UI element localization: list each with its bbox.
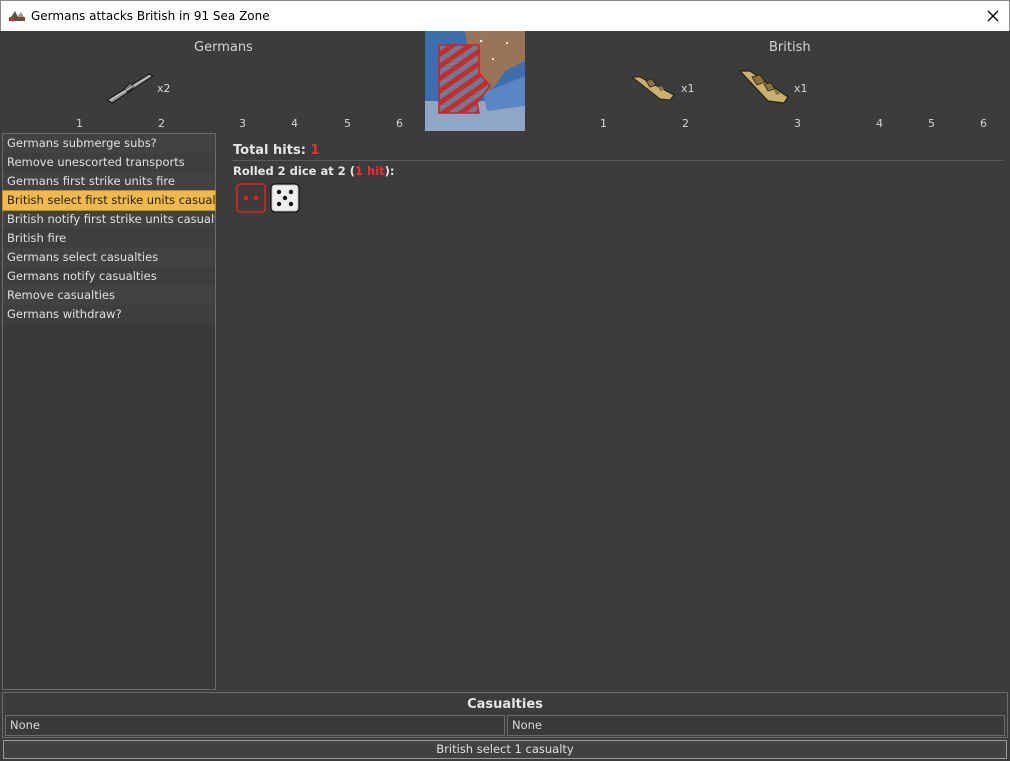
roll-summary-hit: 1 hit xyxy=(355,164,385,178)
destroyer-icon xyxy=(630,76,675,101)
defender-casualties: None xyxy=(507,715,1005,736)
step-item[interactable]: Remove unescorted transports xyxy=(3,153,215,172)
defender-roll-6: 6 xyxy=(980,117,987,130)
close-button[interactable] xyxy=(977,1,1009,31)
status-action-button[interactable]: British select 1 casualty xyxy=(3,740,1007,759)
close-icon xyxy=(987,10,999,22)
battle-header: Germans British x2 x1 x1 1 2 3 4 5 6 1 2… xyxy=(0,31,1010,132)
battle-app-icon xyxy=(9,11,25,22)
step-item-active[interactable]: British select first strike units casual… xyxy=(2,190,216,211)
die-hit-icon xyxy=(236,183,266,213)
step-item[interactable]: Germans select casualties xyxy=(3,248,215,267)
window-titlebar: Germans attacks British in 91 Sea Zone xyxy=(0,0,1010,31)
total-hits-label: Total hits: xyxy=(233,143,311,158)
die-miss-icon xyxy=(270,183,300,213)
step-item[interactable]: British fire xyxy=(3,229,215,248)
attacker-roll-6: 6 xyxy=(396,117,403,130)
step-item[interactable]: Remove casualties xyxy=(3,286,215,305)
defender-roll-2: 2 xyxy=(682,117,689,130)
total-hits-value: 1 xyxy=(310,143,320,158)
roll-summary-prefix: Rolled 2 dice at 2 ( xyxy=(233,164,355,178)
casualties-panel: Casualties None None xyxy=(2,692,1008,738)
attacker-roll-4: 4 xyxy=(291,117,298,130)
attacker-name: Germans xyxy=(194,40,253,55)
submarine-icon xyxy=(105,73,155,104)
step-item[interactable]: Germans withdraw? xyxy=(3,305,215,324)
defender-roll-3: 3 xyxy=(794,117,801,130)
window-title: Germans attacks British in 91 Sea Zone xyxy=(31,9,270,23)
attacker-unit-count: x2 xyxy=(157,82,171,95)
battle-steps-list[interactable]: Germans submerge subs? Remove unescorted… xyxy=(2,133,216,690)
roll-summary-suffix: ): xyxy=(384,164,395,178)
sea-zone-map-thumbnail xyxy=(425,31,525,131)
step-item[interactable]: British notify first strike units casual… xyxy=(3,210,215,229)
step-item[interactable]: Germans notify casualties xyxy=(3,267,215,286)
defender-unit-count-1: x1 xyxy=(681,82,695,95)
attacker-roll-3: 3 xyxy=(239,117,246,130)
total-hits: Total hits: 1 xyxy=(233,143,319,158)
attacker-roll-5: 5 xyxy=(344,117,351,130)
battleship-icon xyxy=(738,70,789,104)
step-item[interactable]: Germans submerge subs? xyxy=(3,134,215,153)
defender-roll-1: 1 xyxy=(600,117,607,130)
results-divider xyxy=(232,160,1004,161)
attacker-roll-2: 2 xyxy=(158,117,165,130)
attacker-roll-1: 1 xyxy=(76,117,83,130)
defender-roll-4: 4 xyxy=(876,117,883,130)
defender-name: British xyxy=(769,40,811,55)
dice-results-panel: Total hits: 1 Rolled 2 dice at 2 (1 hit)… xyxy=(220,133,1008,690)
defender-unit-count-2: x1 xyxy=(794,82,808,95)
casualties-title: Casualties xyxy=(467,697,543,712)
attacker-casualties: None xyxy=(5,715,505,736)
roll-summary: Rolled 2 dice at 2 (1 hit): xyxy=(233,164,395,178)
step-item[interactable]: Germans first strike units fire xyxy=(3,172,215,191)
defender-roll-5: 5 xyxy=(928,117,935,130)
